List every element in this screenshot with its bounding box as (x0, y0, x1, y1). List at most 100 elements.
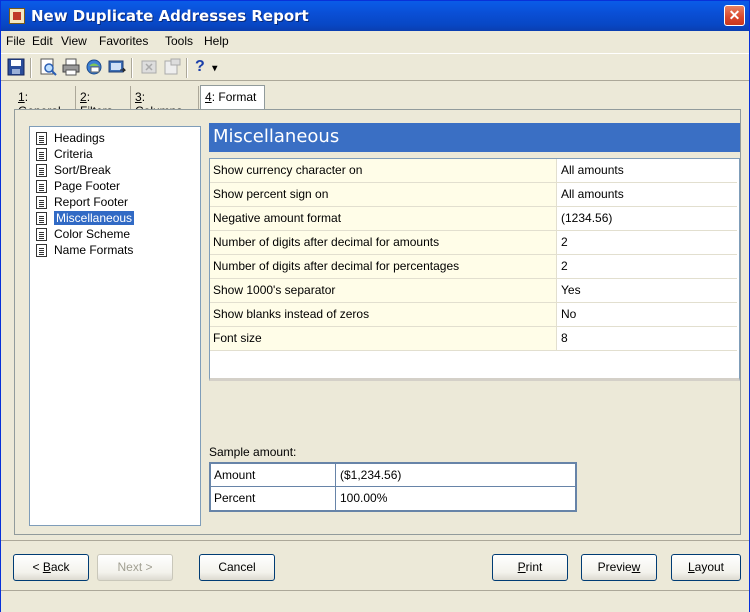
property-name: Number of digits after decimal for amoun… (210, 231, 557, 254)
table-row[interactable]: Number of digits after decimal for amoun… (210, 231, 737, 255)
property-name: Show blanks instead of zeros (210, 303, 557, 326)
sample-name: Amount (211, 464, 336, 487)
table-row: Amount ($1,234.56) (211, 464, 575, 487)
save-icon[interactable] (7, 58, 25, 76)
document-icon (36, 132, 47, 145)
print-preview-icon[interactable] (39, 58, 57, 76)
layout-button[interactable]: Layout (671, 554, 741, 581)
accelerator-key: L (687, 560, 695, 574)
tab-key: 2 (80, 90, 87, 104)
sample-value: ($1,234.56) (340, 468, 402, 482)
property-name: Show currency character on (210, 159, 557, 182)
document-icon (36, 212, 47, 225)
property-name: Number of digits after decimal for perce… (210, 255, 557, 278)
button-prefix: < (32, 560, 43, 574)
accelerator-key: w (631, 560, 641, 574)
table-row[interactable]: Font size 8 (210, 327, 737, 351)
menu-bar: File Edit View Favorites Tools Help (1, 31, 749, 51)
export-icon[interactable] (108, 58, 127, 76)
sample-value: 100.00% (340, 491, 388, 505)
print-button[interactable]: Print (492, 554, 568, 581)
print-icon[interactable] (62, 58, 80, 76)
list-item-label: Headings (54, 131, 105, 145)
toolbar-separator (186, 58, 188, 78)
format-panel: Headings Criteria Sort/Break Page Footer… (14, 109, 741, 535)
tab-format[interactable]: 4: Format (200, 85, 265, 110)
list-item-label: Report Footer (54, 195, 129, 209)
back-button[interactable]: < Back (13, 554, 89, 581)
delete-icon (140, 58, 158, 76)
list-item-report-footer[interactable]: Report Footer (34, 194, 198, 211)
tab-key: 4 (205, 90, 212, 104)
property-value[interactable]: All amounts (558, 183, 737, 206)
property-name: Show percent sign on (210, 183, 557, 206)
table-row[interactable]: Show blanks instead of zeros No (210, 303, 737, 327)
table-row[interactable]: Show percent sign on All amounts (210, 183, 737, 207)
sample-amount-label: Sample amount: (209, 445, 297, 459)
menu-tools[interactable]: Tools (165, 34, 193, 48)
list-item-sort-break[interactable]: Sort/Break (34, 162, 198, 179)
tab-key: 1 (18, 90, 25, 104)
list-item-label: Color Scheme (54, 227, 131, 241)
property-value[interactable]: All amounts (558, 159, 737, 182)
preview-button[interactable]: Preview (581, 554, 657, 581)
document-icon (36, 244, 47, 257)
toolbar-separator (30, 58, 32, 78)
list-item-color-scheme[interactable]: Color Scheme (34, 226, 198, 243)
help-icon[interactable]: ? ▾ (195, 58, 221, 76)
title-bar[interactable]: New Duplicate Addresses Report ✕ (1, 1, 749, 31)
property-value[interactable]: 2 (558, 231, 737, 254)
list-item-headings[interactable]: Headings (34, 130, 198, 147)
list-item-label: Name Formats (54, 243, 134, 257)
document-icon (36, 164, 47, 177)
menu-help[interactable]: Help (204, 34, 229, 48)
tab-columns[interactable]: 3: Columns (131, 86, 199, 118)
close-button[interactable]: ✕ (724, 5, 745, 26)
table-row[interactable]: Show 1000's separator Yes (210, 279, 737, 303)
sample-table: Amount ($1,234.56) Percent 100.00% (209, 462, 577, 512)
list-item-label: Sort/Break (54, 163, 111, 177)
list-item-label: Page Footer (54, 179, 121, 193)
table-row[interactable]: Number of digits after decimal for perce… (210, 255, 737, 279)
list-item-name-formats[interactable]: Name Formats (34, 242, 198, 259)
toolbar: ? ▾ (1, 53, 749, 81)
list-item-label: Criteria (54, 147, 93, 161)
table-row: Percent 100.00% (211, 487, 575, 510)
tab-filters[interactable]: 2: Filters (76, 86, 131, 118)
tab-label: Format (218, 90, 257, 104)
button-label: rint (525, 560, 543, 574)
email-icon[interactable] (85, 58, 103, 76)
property-value[interactable]: (1234.56) (558, 207, 737, 230)
property-value[interactable]: 2 (558, 255, 737, 278)
list-item-miscellaneous[interactable]: Miscellaneous (34, 210, 198, 227)
list-item-criteria[interactable]: Criteria (34, 146, 198, 163)
property-value[interactable]: 8 (558, 327, 737, 350)
list-item-page-footer[interactable]: Page Footer (34, 178, 198, 195)
button-bar: < Back Next > Cancel Print Preview Layou… (1, 540, 749, 590)
cancel-button[interactable]: Cancel (199, 554, 275, 581)
document-icon (36, 228, 47, 241)
property-value[interactable]: No (558, 303, 737, 326)
button-label: ayout (694, 560, 725, 574)
format-section-list[interactable]: Headings Criteria Sort/Break Page Footer… (29, 126, 201, 526)
list-item-label: Miscellaneous (54, 211, 135, 225)
next-button: Next > (97, 554, 173, 581)
menu-edit[interactable]: Edit (32, 34, 53, 48)
table-row[interactable]: Negative amount format (1234.56) (210, 207, 737, 231)
document-icon (36, 196, 47, 209)
accelerator-key: B (42, 560, 51, 574)
property-value[interactable]: Yes (558, 279, 737, 302)
report-window: New Duplicate Addresses Report ✕ File Ed… (0, 0, 750, 612)
dropdown-arrow-icon[interactable]: ▾ (212, 63, 217, 74)
menu-file[interactable]: File (6, 34, 25, 48)
property-name: Negative amount format (210, 207, 557, 230)
button-label: Previe (597, 560, 632, 574)
sample-name: Percent (211, 487, 336, 510)
table-row[interactable]: Show currency character on All amounts (210, 159, 737, 183)
menu-view[interactable]: View (61, 34, 87, 48)
section-title: Miscellaneous (209, 123, 740, 152)
property-name: Font size (210, 327, 557, 350)
tab-general[interactable]: 1: General (14, 86, 76, 118)
menu-favorites[interactable]: Favorites (99, 34, 148, 48)
button-label: ack (50, 560, 70, 574)
